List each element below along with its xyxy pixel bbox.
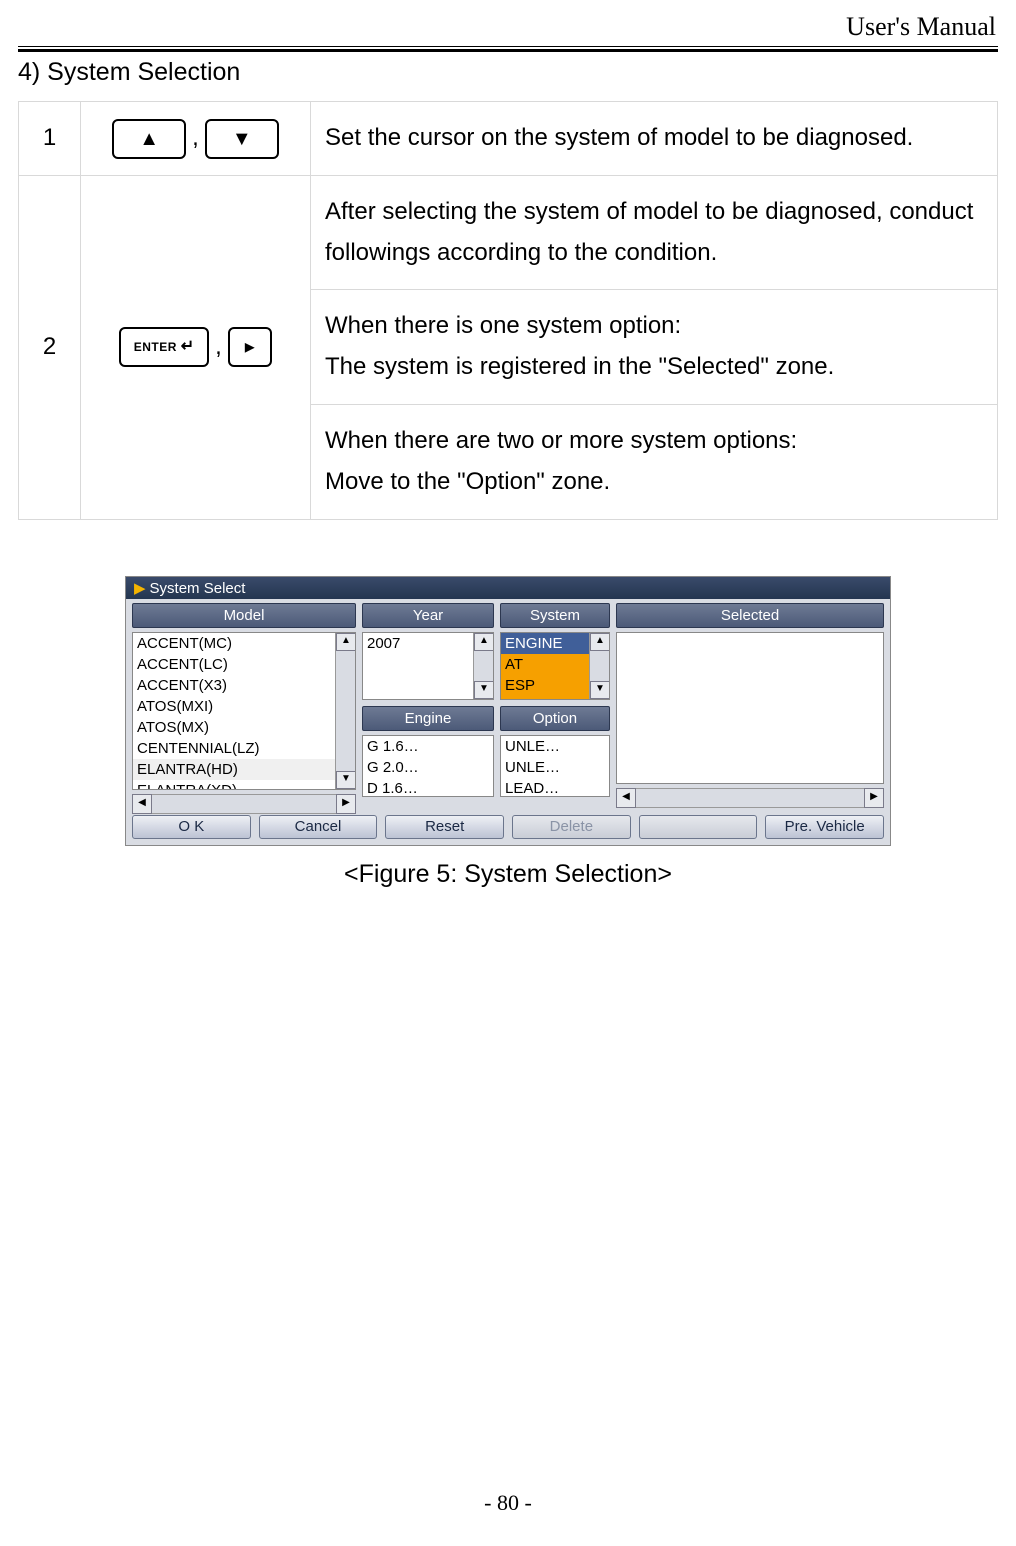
scroll-up-icon[interactable]: ▲	[590, 633, 610, 651]
scroll-down-icon[interactable]: ▼	[336, 771, 356, 789]
model-header: Model	[132, 603, 356, 628]
system-select-screenshot: ▶System Select Model ACCENT(MC) ACCENT(L…	[125, 576, 891, 846]
option-header: Option	[500, 706, 610, 731]
page-number: - 80 -	[0, 1490, 1016, 1516]
engine-header: Engine	[362, 706, 494, 731]
list-item[interactable]: LEAD…	[501, 778, 609, 797]
up-arrow-key-icon: ▲	[112, 119, 186, 159]
titlebar-triangle-icon: ▶	[134, 580, 146, 597]
list-item[interactable]: G 2.0…	[363, 757, 493, 778]
blank-button	[639, 815, 758, 839]
year-column: Year 2007 ▲ ▼	[362, 603, 494, 700]
figure-caption: <Figure 5: System Selection>	[18, 860, 998, 889]
option-listbox[interactable]: UNLE… UNLE… LEAD…	[500, 735, 610, 797]
row-2-description-c: When there are two or more system option…	[311, 404, 998, 519]
scroll-track[interactable]	[152, 794, 336, 814]
year-header: Year	[362, 603, 494, 628]
list-item[interactable]: CENTENNIAL(LZ)	[133, 738, 355, 759]
header-rule-2	[18, 49, 998, 52]
model-column: Model ACCENT(MC) ACCENT(LC) ACCENT(X3) A…	[132, 603, 356, 814]
engine-column: Engine G 1.6… G 2.0… D 1.6…	[362, 706, 494, 797]
list-item[interactable]: UNLE…	[501, 736, 609, 757]
system-header: System	[500, 603, 610, 628]
row-1-keys: ▲,▼	[81, 102, 311, 176]
scroll-left-icon[interactable]: ◀	[132, 794, 152, 814]
middle-columns: Year 2007 ▲ ▼ System	[362, 603, 610, 797]
engine-listbox[interactable]: G 1.6… G 2.0… D 1.6…	[362, 735, 494, 797]
vertical-scrollbar[interactable]: ▲ ▼	[335, 633, 355, 789]
list-item[interactable]: ATOS(MX)	[133, 717, 355, 738]
list-item[interactable]: UNLE…	[501, 757, 609, 778]
comma-separator: ,	[192, 124, 199, 151]
vertical-scrollbar[interactable]: ▲ ▼	[473, 633, 493, 699]
cancel-button[interactable]: Cancel	[259, 815, 378, 839]
row-2-description-b: When there is one system option: The sys…	[311, 290, 998, 405]
system-column: System ENGINE AT ESP AIRBAG ▲ ▼	[500, 603, 610, 700]
list-item[interactable]: D 1.6…	[363, 778, 493, 797]
delete-button[interactable]: Delete	[512, 815, 631, 839]
enter-key-icon: ENTER ↵	[119, 327, 209, 367]
scroll-left-icon[interactable]: ◀	[616, 788, 636, 808]
page-header: User's Manual	[18, 12, 998, 46]
scroll-up-icon[interactable]: ▲	[336, 633, 356, 651]
horizontal-scrollbar[interactable]: ◀ ▶	[616, 788, 884, 808]
model-listbox[interactable]: ACCENT(MC) ACCENT(LC) ACCENT(X3) ATOS(MX…	[132, 632, 356, 790]
screenshot-button-bar: O K Cancel Reset Delete Pre. Vehicle	[126, 811, 890, 845]
list-item-selected[interactable]: ELANTRA(HD)	[133, 759, 355, 780]
down-arrow-key-icon: ▼	[205, 119, 279, 159]
selected-listbox[interactable]	[616, 632, 884, 784]
vertical-scrollbar[interactable]: ▲ ▼	[589, 633, 609, 699]
scroll-right-icon[interactable]: ▶	[864, 788, 884, 808]
instructions-table: 1 ▲,▼ Set the cursor on the system of mo…	[18, 101, 998, 520]
scroll-up-icon[interactable]: ▲	[474, 633, 494, 651]
row-2-description-a: After selecting the system of model to b…	[311, 175, 998, 290]
comma-separator: ,	[215, 333, 222, 360]
scroll-down-icon[interactable]: ▼	[590, 681, 610, 699]
list-item[interactable]: ACCENT(X3)	[133, 675, 355, 696]
row-2-number: 2	[19, 175, 81, 519]
row-2-b-line2: The system is registered in the "Selecte…	[325, 347, 983, 388]
selected-header: Selected	[616, 603, 884, 628]
system-listbox[interactable]: ENGINE AT ESP AIRBAG ▲ ▼	[500, 632, 610, 700]
right-arrow-key-icon: ▸	[228, 327, 272, 367]
list-item[interactable]: G 1.6…	[363, 736, 493, 757]
section-title: 4) System Selection	[18, 58, 998, 87]
scroll-track[interactable]	[636, 788, 864, 808]
list-item[interactable]: ATOS(MXI)	[133, 696, 355, 717]
list-item[interactable]: ACCENT(LC)	[133, 654, 355, 675]
row-2-keys: ENTER ↵,▸	[81, 175, 311, 519]
pre-vehicle-button[interactable]: Pre. Vehicle	[765, 815, 884, 839]
list-item[interactable]: ELANTRA(XD)	[133, 780, 355, 790]
row-2-c-line2: Move to the "Option" zone.	[325, 462, 983, 503]
header-rule-1	[18, 46, 998, 47]
scroll-down-icon[interactable]: ▼	[474, 681, 494, 699]
ok-button[interactable]: O K	[132, 815, 251, 839]
reset-button[interactable]: Reset	[385, 815, 504, 839]
row-2-c-line1: When there are two or more system option…	[325, 421, 983, 462]
screenshot-titlebar: ▶System Select	[126, 577, 890, 599]
titlebar-text: System Select	[150, 580, 246, 597]
row-1-number: 1	[19, 102, 81, 176]
row-1-description: Set the cursor on the system of model to…	[311, 102, 998, 176]
scroll-right-icon[interactable]: ▶	[336, 794, 356, 814]
year-listbox[interactable]: 2007 ▲ ▼	[362, 632, 494, 700]
selected-column: Selected ◀ ▶	[616, 603, 884, 808]
list-item[interactable]: ACCENT(MC)	[133, 633, 355, 654]
row-2-b-line1: When there is one system option:	[325, 306, 983, 347]
horizontal-scrollbar[interactable]: ◀ ▶	[132, 794, 356, 814]
option-column: Option UNLE… UNLE… LEAD…	[500, 706, 610, 797]
